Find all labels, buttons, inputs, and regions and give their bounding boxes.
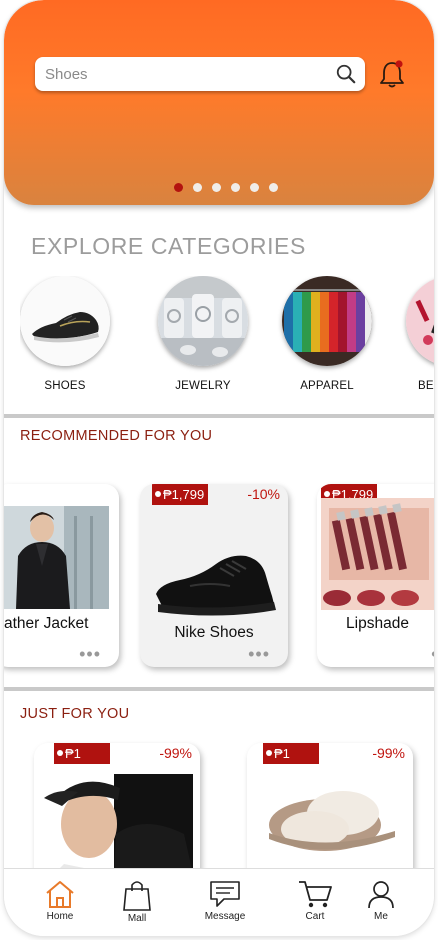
discount-label: -10% — [247, 486, 280, 502]
product-name: ather Jacket — [4, 615, 89, 632]
section-divider — [4, 687, 434, 691]
discount-label: -99% — [159, 745, 192, 761]
nav-message[interactable]: Message — [195, 879, 255, 922]
header-banner[interactable] — [4, 0, 434, 205]
carousel-dot[interactable] — [231, 183, 240, 192]
category-shoes[interactable]: SHOES — [20, 276, 110, 392]
product-card-nike-shoes[interactable]: ₱1,799 -10% Nike Shoes ••• — [140, 484, 288, 667]
recommended-title: RECOMMENDED FOR YOU — [20, 428, 213, 444]
search-input[interactable] — [45, 65, 325, 83]
app-screen: EXPLORE CATEGORIES SHOES — [4, 0, 434, 936]
jewelry-image — [158, 276, 248, 366]
more-options-icon[interactable]: ••• — [79, 645, 101, 663]
message-icon — [210, 881, 240, 907]
bottom-navigation: Home Mall Message Cart Me — [4, 868, 434, 936]
nav-me[interactable]: Me — [351, 879, 411, 922]
home-icon — [46, 881, 74, 908]
category-jewelry[interactable]: JEWELRY — [158, 276, 248, 392]
cap-image — [44, 774, 193, 874]
product-name: Nike Shoes — [174, 624, 254, 641]
notification-bell-icon[interactable] — [378, 58, 406, 90]
search-icon[interactable] — [335, 63, 357, 85]
jacket-image — [4, 506, 109, 609]
nav-label: Cart — [305, 911, 325, 922]
sneaker-image — [156, 555, 276, 616]
nav-label: Home — [46, 911, 74, 922]
nav-home[interactable]: Home — [30, 879, 90, 922]
slipper-image — [255, 773, 405, 873]
price-tag: ₱1 — [263, 743, 319, 764]
shopping-bag-icon — [123, 881, 151, 911]
discount-label: -99% — [372, 745, 405, 761]
product-name: Lipshade — [346, 615, 409, 632]
carousel-dot[interactable] — [250, 183, 259, 192]
product-card-lipshade[interactable]: ₱1,799 Lipshade ••• — [317, 484, 434, 667]
nav-label: Me — [374, 911, 388, 922]
carousel-dot[interactable] — [212, 183, 221, 192]
carousel-dot[interactable] — [174, 183, 183, 192]
category-apparel[interactable]: APPAREL — [282, 276, 372, 392]
cart-icon — [299, 881, 332, 908]
user-icon — [368, 881, 394, 909]
section-divider — [4, 414, 434, 418]
more-options-icon[interactable]: ••• — [248, 645, 270, 663]
carousel-dot[interactable] — [269, 183, 278, 192]
sneaker-image — [20, 276, 110, 366]
beauty-image — [406, 276, 434, 366]
product-card-jacket[interactable]: ather Jacket ••• — [4, 484, 119, 667]
price-tag: ₱1 — [54, 743, 110, 764]
category-label: APPAREL — [300, 380, 354, 392]
more-options-icon[interactable]: ••• — [431, 645, 434, 663]
lipstick-set-image — [321, 498, 434, 610]
price-tag: ₱1,799 — [152, 484, 209, 505]
category-beauty[interactable]: BEA — [406, 276, 434, 392]
explore-categories-title: EXPLORE CATEGORIES — [31, 233, 306, 259]
just-for-you-title: JUST FOR YOU — [20, 706, 130, 722]
nav-label: Message — [204, 911, 246, 922]
carousel-indicator — [174, 183, 278, 192]
search-bar[interactable] — [35, 57, 365, 91]
nav-cart[interactable]: Cart — [285, 879, 345, 922]
category-label: BEA — [418, 380, 434, 392]
category-label: JEWELRY — [175, 380, 231, 392]
category-label: SHOES — [44, 380, 86, 392]
carousel-dot[interactable] — [193, 183, 202, 192]
nav-mall[interactable]: Mall — [107, 879, 167, 924]
nav-label: Mall — [127, 913, 147, 924]
category-carousel[interactable]: SHOES JEWELRY APPAREL BE — [20, 276, 434, 396]
apparel-image — [282, 276, 372, 366]
